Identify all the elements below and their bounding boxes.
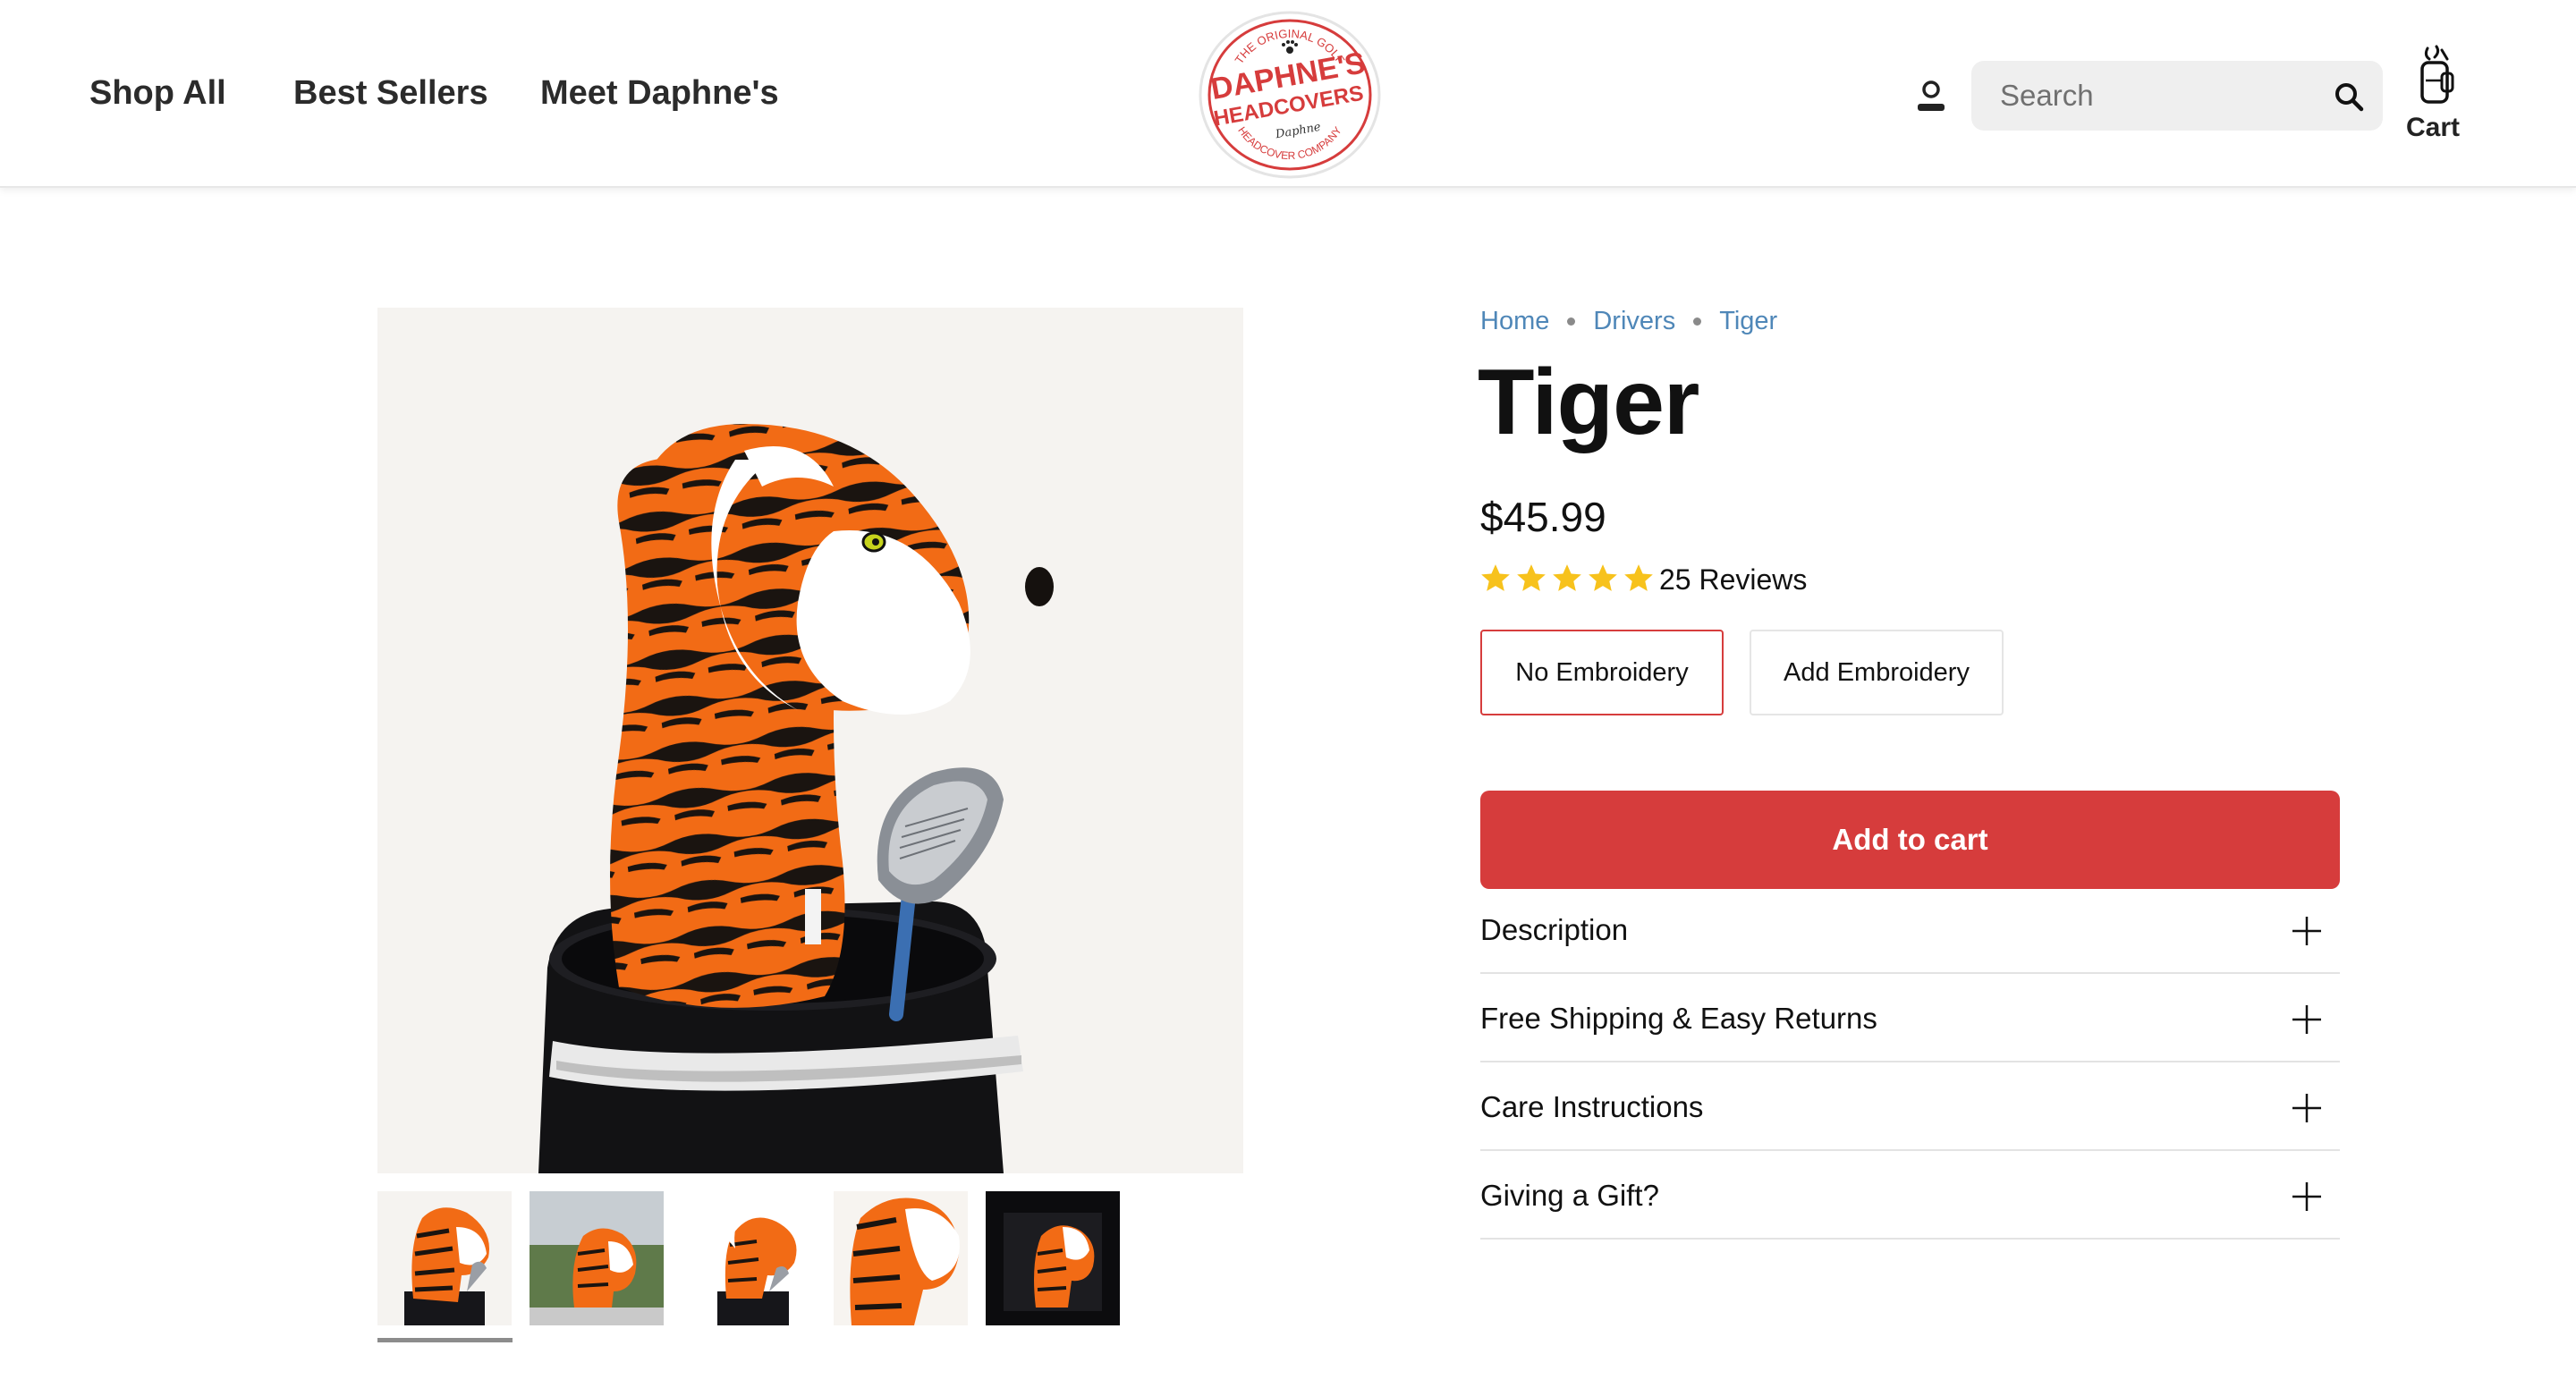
plus-icon: [2292, 917, 2321, 945]
search-bar: [1971, 61, 2383, 131]
reviews-link[interactable]: 25 Reviews: [1659, 561, 1807, 598]
accordion-care-instructions[interactable]: Care Instructions: [1480, 1062, 2340, 1151]
accordion-label: Care Instructions: [1480, 1090, 1704, 1123]
cart-label: Cart: [2405, 113, 2460, 142]
thumbnail-image: [377, 1191, 512, 1325]
search-icon[interactable]: [2333, 80, 2365, 113]
thumbnail[interactable]: [986, 1191, 1120, 1325]
star-icon: [1481, 564, 1510, 591]
search-input[interactable]: [2000, 61, 2322, 131]
site-header: Shop All Best Sellers Meet Daphne's THE …: [0, 0, 2576, 188]
thumbnail-image: [682, 1191, 816, 1325]
thumbnail[interactable]: [682, 1191, 816, 1325]
plus-icon: [2292, 1094, 2321, 1122]
breadcrumb: Home Drivers Tiger: [1480, 302, 1777, 339]
star-icon: [1517, 564, 1546, 591]
add-to-cart-button[interactable]: Add to cart: [1480, 791, 2340, 889]
accordion-shipping-returns[interactable]: Free Shipping & Easy Returns: [1480, 974, 2340, 1062]
star-rating[interactable]: [1479, 562, 1656, 597]
accordion-giving-gift[interactable]: Giving a Gift?: [1480, 1151, 2340, 1240]
star-icon: [1553, 564, 1581, 591]
accordion-description[interactable]: Description: [1480, 885, 2340, 974]
nav-meet-daphnes[interactable]: Meet Daphne's: [540, 70, 779, 116]
product-main-image[interactable]: [377, 308, 1243, 1173]
breadcrumb-home[interactable]: Home: [1480, 303, 1549, 339]
option-no-embroidery[interactable]: No Embroidery: [1480, 630, 1724, 715]
tiger-headcover-illustration: [377, 308, 1243, 1173]
product-title: Tiger: [1478, 351, 1699, 454]
breadcrumb-current[interactable]: Tiger: [1719, 303, 1777, 339]
thumbnail[interactable]: [377, 1191, 512, 1325]
star-icon: [1624, 564, 1653, 591]
thumbnail-image: [986, 1191, 1120, 1325]
accordion-label: Description: [1480, 913, 1629, 946]
nav-best-sellers[interactable]: Best Sellers: [293, 70, 488, 116]
plus-icon: [2292, 1005, 2321, 1034]
thumbnail-selected-indicator: [377, 1338, 513, 1342]
accordion-label: Giving a Gift?: [1480, 1179, 1659, 1212]
thumbnail-image: [834, 1191, 968, 1325]
breadcrumb-drivers[interactable]: Drivers: [1593, 303, 1675, 339]
thumbnail[interactable]: [530, 1191, 664, 1325]
plus-icon: [2292, 1182, 2321, 1211]
cart-button[interactable]: Cart: [2397, 45, 2469, 145]
product-accordion: Description Free Shipping & Easy Returns…: [1480, 885, 2340, 1240]
brand-logo[interactable]: THE ORIGINAL GOLF DAPHNE'S HEADCOVERS Da…: [1197, 9, 1383, 181]
breadcrumb-separator: [1693, 317, 1702, 326]
nav-shop-all[interactable]: Shop All: [89, 70, 226, 116]
star-icon: [1589, 564, 1617, 591]
thumbnail-image: [530, 1191, 664, 1325]
product-price: $45.99: [1480, 494, 1606, 540]
golf-bag-icon: [2420, 45, 2454, 104]
breadcrumb-separator: [1567, 317, 1576, 326]
account-icon[interactable]: [1914, 79, 1948, 114]
option-add-embroidery[interactable]: Add Embroidery: [1750, 630, 2004, 715]
thumbnail[interactable]: [834, 1191, 968, 1325]
accordion-label: Free Shipping & Easy Returns: [1480, 1002, 1877, 1035]
